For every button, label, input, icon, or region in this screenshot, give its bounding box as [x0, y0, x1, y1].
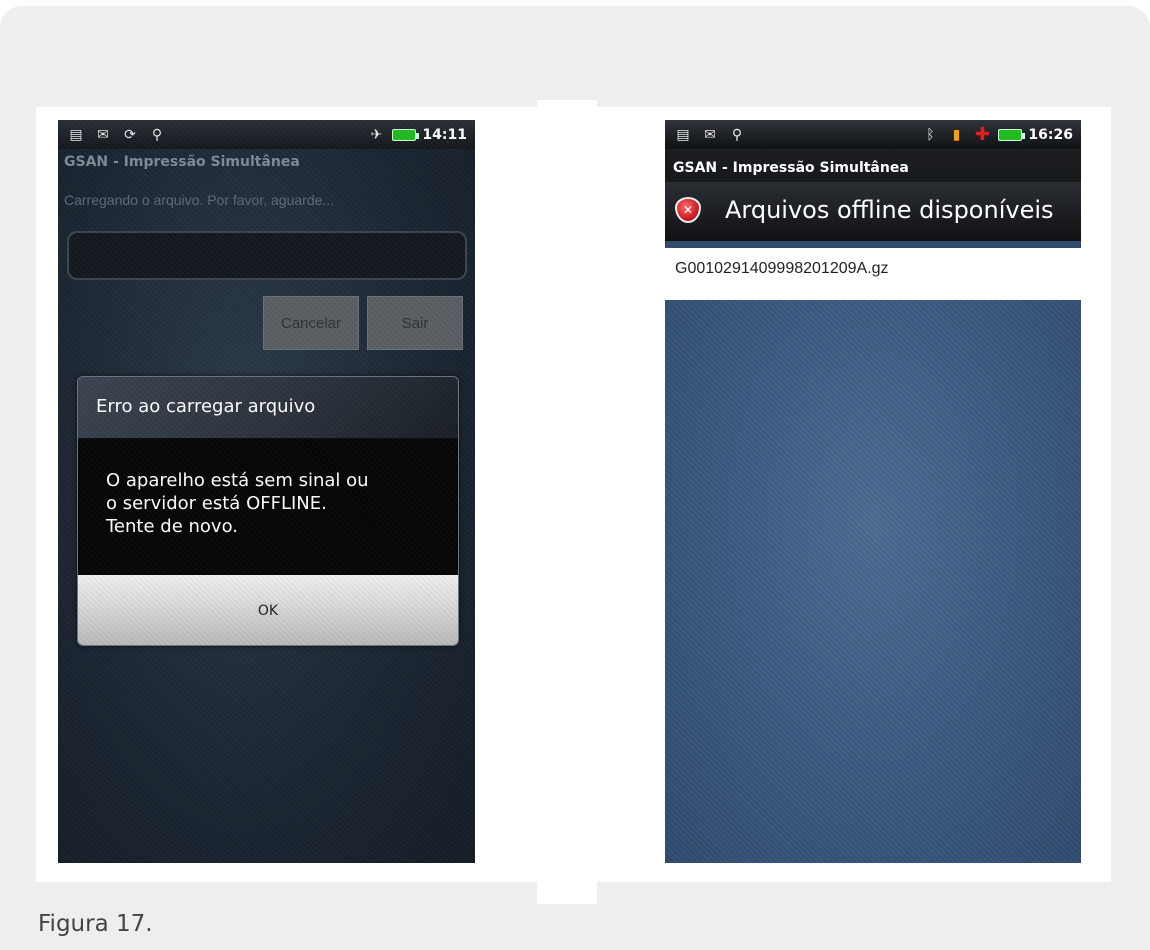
dialog-message-line: Tente de novo.	[106, 516, 238, 537]
exit-button[interactable]: Sair	[367, 296, 463, 350]
status-bar: ▤ ✉ ⟳ ⚲ ✈ 14:11	[58, 120, 475, 149]
sync-icon: ⟳	[124, 126, 136, 143]
battery-icon	[392, 128, 420, 141]
usb-icon: ⚲	[151, 126, 163, 143]
gutter-bottom	[537, 878, 597, 904]
app-title: GSAN - Impressão Simultânea	[673, 160, 909, 176]
screen-header: ✕ Arquivos offline disponíveis	[665, 182, 1081, 237]
screen-title: Arquivos offline disponíveis	[725, 195, 1054, 224]
error-dialog: Erro ao carregar arquivo O aparelho está…	[77, 376, 459, 646]
usb-debug-icon: ▤	[69, 126, 83, 143]
file-list: G0010291409998201209A.gz	[665, 248, 1081, 300]
dialog-message: O aparelho está sem sinal ou o servidor …	[78, 439, 458, 575]
medical-cross-icon: ✚	[974, 124, 990, 145]
status-time: 16:26	[1028, 126, 1073, 143]
list-item[interactable]: G0010291409998201209A.gz	[665, 248, 1081, 278]
app-title: GSAN - Impressão Simultânea	[64, 154, 300, 170]
mail-icon: ✉	[97, 126, 109, 143]
dialog-title: Erro ao carregar arquivo	[78, 377, 458, 439]
gutter-top	[537, 100, 597, 110]
phone-screen-error-dialog: ▤ ✉ ⟳ ⚲ ✈ 14:11 GSAN - Impressão Simultâ…	[58, 120, 475, 863]
cancel-button[interactable]: Cancelar	[263, 296, 359, 350]
shield-error-icon: ✕	[675, 196, 701, 223]
figure-caption: Figura 17.	[38, 911, 153, 937]
airplane-icon: ✈	[370, 126, 383, 143]
usb-icon: ⚲	[731, 126, 743, 143]
notification-icons: ▤ ✉ ⟳ ⚲	[66, 126, 167, 144]
empty-background	[665, 300, 1081, 863]
loading-message: Carregando o arquivo. Por favor, aguarde…	[64, 192, 335, 208]
dialog-message-line: o servidor está OFFLINE.	[106, 493, 327, 514]
phone-screen-offline-files: ▤ ✉ ⚲ ᛒ ▮ ✚ 16:26 GSAN - Impressão Simul…	[665, 120, 1081, 863]
usb-debug-icon: ▤	[676, 126, 690, 143]
file-warning-icon: ▮	[952, 126, 961, 143]
mail-icon: ✉	[704, 126, 716, 143]
ok-button[interactable]: OK	[78, 575, 458, 645]
bluetooth-icon: ᛒ	[926, 126, 935, 143]
status-bar: ▤ ✉ ⚲ ᛒ ▮ ✚ 16:26	[665, 120, 1081, 149]
dialog-footer: OK	[78, 575, 458, 645]
status-time: 14:11	[422, 126, 467, 143]
progress-field	[67, 231, 467, 280]
notification-icons: ▤ ✉ ⚲	[673, 126, 747, 144]
battery-icon	[998, 128, 1026, 141]
dialog-message-line: O aparelho está sem sinal ou	[106, 470, 369, 491]
